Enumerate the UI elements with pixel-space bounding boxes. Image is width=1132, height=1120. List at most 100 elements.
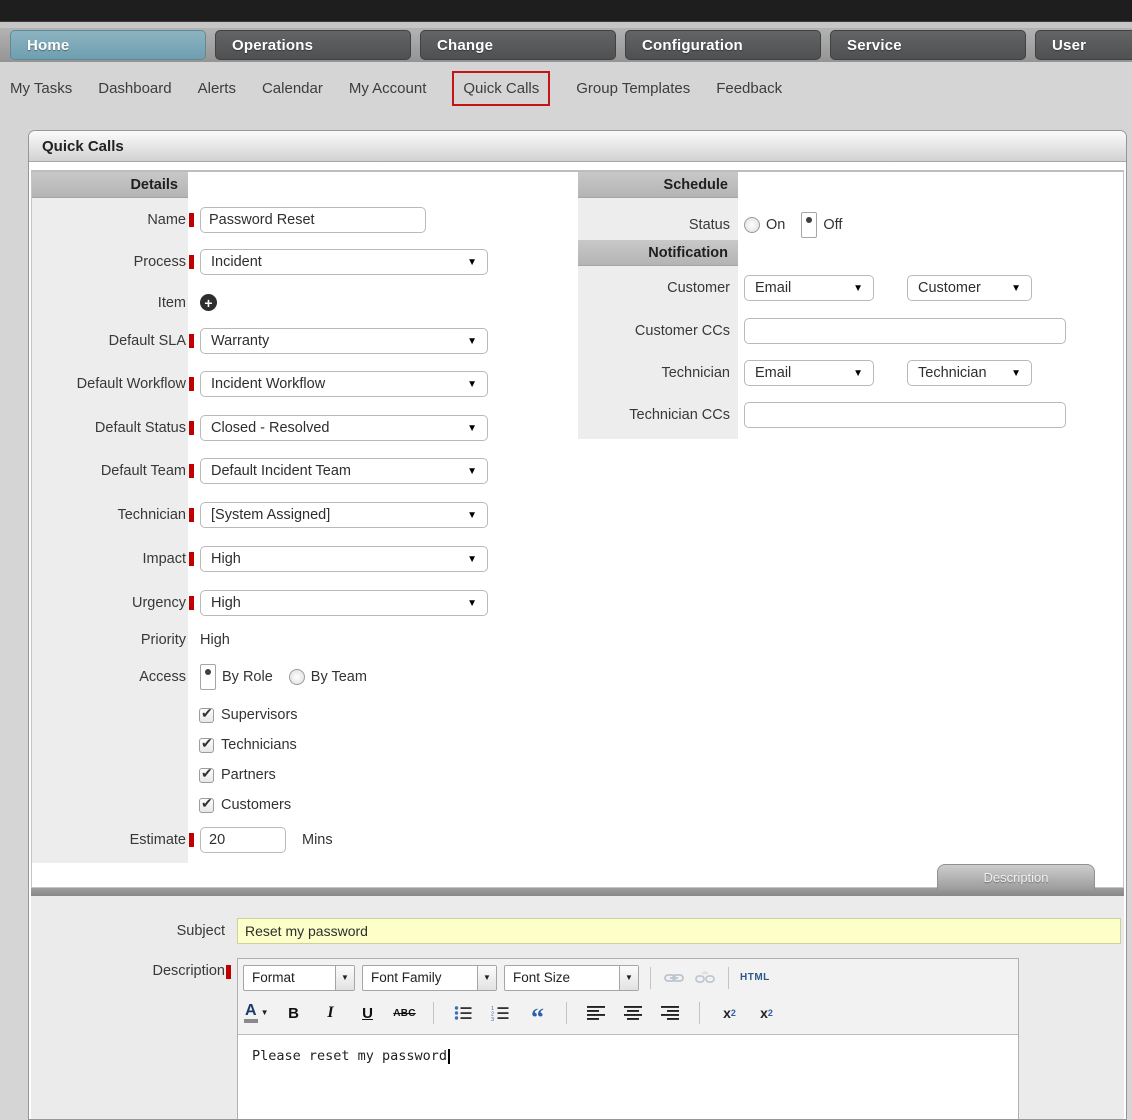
editor-toolbar-row1: Format ▼ Font Family ▼ Font Size ▼ HTML [238, 959, 1018, 996]
font-size-select[interactable]: Font Size ▼ [504, 964, 639, 991]
chevron-down-icon: ▼ [619, 965, 638, 990]
subject-input[interactable] [237, 918, 1121, 944]
chevron-down-icon: ▼ [467, 422, 477, 434]
tab-description[interactable]: Description [937, 864, 1095, 890]
technician-select[interactable]: [System Assigned] ▼ [200, 502, 488, 528]
tab-change[interactable]: Change [420, 30, 616, 60]
technicians-checkbox[interactable] [199, 735, 214, 753]
superscript-icon[interactable]: x2 [754, 1001, 778, 1025]
technician-ccs-input[interactable] [744, 402, 1066, 428]
subnav-calendar[interactable]: Calendar [262, 80, 323, 97]
required-marker [189, 464, 194, 478]
urgency-select[interactable]: High ▼ [200, 590, 488, 616]
priority-value: High [200, 632, 230, 648]
impact-select[interactable]: High ▼ [200, 546, 488, 572]
status-off-label: Off [823, 217, 843, 233]
estimate-input[interactable] [200, 827, 286, 853]
plus-circle-icon[interactable]: + [200, 294, 217, 311]
tab-configuration[interactable]: Configuration [625, 30, 821, 60]
bullet-list-icon[interactable] [451, 1001, 475, 1025]
default-sla-select[interactable]: Warranty ▼ [200, 328, 488, 354]
align-left-icon[interactable] [584, 1001, 608, 1025]
urgency-label: Urgency [132, 595, 186, 611]
default-workflow-select[interactable]: Incident Workflow ▼ [200, 371, 488, 397]
subnav-feedback[interactable]: Feedback [716, 80, 782, 97]
strikethrough-icon[interactable]: ABC [392, 1001, 416, 1025]
default-status-select[interactable]: Closed - Resolved ▼ [200, 415, 488, 441]
chevron-down-icon: ▼ [477, 965, 496, 990]
link-icon[interactable] [662, 966, 686, 990]
quick-calls-panel: Quick Calls Details Schedule Notificatio… [28, 130, 1127, 1120]
format-select[interactable]: Format ▼ [243, 964, 355, 991]
chevron-down-icon: ▼ [467, 553, 477, 565]
chevron-down-icon: ▼ [335, 965, 354, 990]
estimate-label: Estimate [129, 832, 186, 848]
sub-nav: My Tasks Dashboard Alerts Calendar My Ac… [0, 62, 1132, 114]
customer-recipient-select[interactable]: Customer ▼ [907, 275, 1032, 301]
description-label: Description [152, 963, 225, 979]
name-input[interactable] [200, 207, 426, 233]
font-color-icon[interactable]: A ▼ [244, 1002, 268, 1024]
default-team-select[interactable]: Default Incident Team ▼ [200, 458, 488, 484]
customers-checkbox[interactable] [199, 795, 214, 813]
chevron-down-icon: ▼ [1011, 367, 1021, 379]
tab-user[interactable]: User [1035, 30, 1132, 60]
process-label: Process [133, 254, 186, 270]
item-label: Item [157, 294, 186, 311]
status-off-radio[interactable] [801, 212, 818, 238]
customers-label: Customers [221, 797, 292, 813]
blockquote-icon[interactable]: “ [525, 1001, 549, 1031]
subnav-dashboard[interactable]: Dashboard [98, 80, 171, 97]
tab-service[interactable]: Service [830, 30, 1026, 60]
align-right-icon[interactable] [658, 1001, 682, 1025]
access-label: Access [139, 669, 186, 685]
required-marker [189, 334, 194, 348]
italic-icon[interactable]: I [318, 1001, 342, 1025]
tab-home[interactable]: Home [10, 30, 206, 60]
text-cursor [448, 1049, 451, 1064]
details-header: Details [32, 172, 188, 198]
html-source-button[interactable]: HTML [740, 972, 770, 983]
underline-icon[interactable]: U [355, 1001, 379, 1025]
chevron-down-icon: ▼ [853, 282, 863, 294]
chevron-down-icon: ▼ [467, 256, 477, 268]
subscript-icon[interactable]: x2 [717, 1001, 741, 1025]
chevron-down-icon: ▼ [467, 335, 477, 347]
subnav-my-tasks[interactable]: My Tasks [10, 80, 72, 97]
tab-operations[interactable]: Operations [215, 30, 411, 60]
access-by-role-radio[interactable] [200, 664, 216, 690]
description-section: Subject Description Format ▼ Font Family… [31, 896, 1124, 1119]
bold-icon[interactable]: B [281, 1001, 305, 1025]
partners-checkbox[interactable] [199, 765, 214, 783]
process-select[interactable]: Incident ▼ [200, 249, 488, 275]
required-marker [226, 965, 231, 979]
notification-header: Notification [578, 240, 738, 266]
subnav-quick-calls[interactable]: Quick Calls [452, 70, 551, 106]
chevron-down-icon: ▼ [467, 465, 477, 477]
align-center-icon[interactable] [621, 1001, 645, 1025]
technician-notify-label: Technician [661, 365, 730, 381]
technician-method-select[interactable]: Email ▼ [744, 360, 874, 386]
numbered-list-icon[interactable]: 123 [488, 1001, 512, 1025]
default-team-label: Default Team [100, 463, 186, 479]
technician-label: Technician [117, 507, 186, 523]
partners-label: Partners [221, 767, 276, 783]
technician-recipient-select[interactable]: Technician ▼ [907, 360, 1032, 386]
subnav-my-account[interactable]: My Account [349, 80, 427, 97]
customer-ccs-input[interactable] [744, 318, 1066, 344]
subnav-group-templates[interactable]: Group Templates [576, 80, 690, 97]
quick-call-form: Details Schedule Notification Name Proce… [31, 170, 1124, 890]
supervisors-checkbox[interactable] [199, 705, 214, 723]
required-marker [189, 377, 194, 391]
impact-label: Impact [142, 551, 186, 567]
status-on-radio[interactable] [744, 217, 760, 233]
customer-method-select[interactable]: Email ▼ [744, 275, 874, 301]
editor-content[interactable]: Please reset my password [238, 1034, 1018, 1119]
font-family-select[interactable]: Font Family ▼ [362, 964, 497, 991]
access-by-team-radio[interactable] [288, 669, 305, 685]
subnav-alerts[interactable]: Alerts [198, 80, 236, 97]
window-top-bar [0, 0, 1132, 22]
chevron-down-icon: ▼ [467, 378, 477, 390]
unlink-icon[interactable] [693, 966, 717, 990]
customer-ccs-label: Customer CCs [634, 323, 730, 339]
